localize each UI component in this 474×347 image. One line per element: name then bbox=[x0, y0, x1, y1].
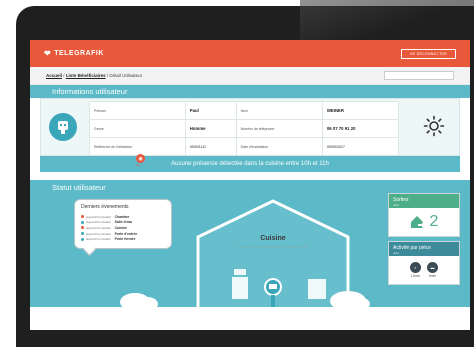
heart-icon: ❤ bbox=[44, 49, 52, 58]
event-dot-icon bbox=[81, 215, 84, 219]
genre-label: Genre bbox=[89, 119, 186, 138]
info-section-title: Informations utilisateur bbox=[30, 85, 470, 98]
prenom-value: Paul bbox=[184, 101, 237, 120]
cloud-decoration bbox=[346, 297, 370, 311]
logo[interactable]: ❤ TELEGRAFIK bbox=[44, 49, 104, 58]
event-place: Porte d'entrée bbox=[114, 231, 138, 236]
app-screen: ❤ TELEGRAFIK SE DÉCONNECTER Accueil / Li… bbox=[30, 40, 470, 330]
breadcrumb-list-link[interactable]: Liste Bénéficiaires bbox=[66, 73, 106, 78]
breadcrumb: Accueil / Liste Bénéficiaires / Détail U… bbox=[30, 67, 470, 85]
nom-label: Nom bbox=[235, 101, 323, 120]
user-status-panel: Derniers évenements aujourd'hui (détail)… bbox=[30, 193, 470, 311]
event-place: Salle d'eau bbox=[114, 220, 133, 225]
event-time: aujourd'hui (détail) bbox=[86, 225, 111, 230]
sorties-sub: Jour bbox=[393, 203, 399, 207]
phone-label: Numéro de téléphone bbox=[235, 119, 323, 138]
event-dot-icon bbox=[81, 226, 84, 230]
breadcrumb-separator: / bbox=[63, 73, 65, 78]
top-bar: ❤ TELEGRAFIK SE DÉCONNECTER bbox=[30, 40, 470, 67]
event-dot-icon bbox=[81, 220, 84, 224]
activity-card-header: Activité par pièce Jour bbox=[389, 242, 459, 256]
install-date-label: Date d'installation bbox=[235, 137, 323, 156]
logout-button[interactable]: SE DÉCONNECTER bbox=[401, 48, 456, 59]
room-subtitle: Dernier mouvement détecté dans la cuisin… bbox=[238, 245, 308, 249]
events-title: Derniers évenements bbox=[81, 204, 129, 210]
activity-value: 13min bbox=[410, 274, 421, 278]
event-place: Cuisine bbox=[114, 225, 127, 230]
alert-wifi-icon[interactable]: ◉ bbox=[136, 154, 145, 163]
event-dot-icon bbox=[81, 237, 84, 241]
ref-value: 0000/1111 bbox=[184, 137, 237, 156]
event-time: aujourd'hui (détail) bbox=[86, 231, 111, 236]
phone-value: 06 07 70 91 20 bbox=[321, 119, 400, 138]
alert-bar: ◉ Voir+ Aucune présence détectée dans la… bbox=[40, 154, 460, 172]
event-place: Chambre bbox=[114, 214, 130, 219]
recent-events-bubble: Derniers évenements aujourd'hui (détail)… bbox=[74, 199, 172, 249]
activity-item[interactable]: ▬ 5min bbox=[427, 262, 438, 278]
logo-text: TELEGRAFIK bbox=[54, 50, 104, 57]
install-date-value: 05/09/2017 bbox=[321, 137, 400, 156]
search-input[interactable] bbox=[384, 71, 454, 80]
sorties-card-header: Sorties Jour bbox=[389, 194, 459, 208]
ref-label: Référence de l'utilisateur bbox=[89, 137, 186, 156]
breadcrumb-home-link[interactable]: Accueil bbox=[46, 73, 62, 78]
sun-icon[interactable] bbox=[421, 113, 447, 139]
genre-value: Homme bbox=[184, 119, 237, 138]
toilet-icon: ◐ bbox=[410, 262, 421, 273]
nom-value: WEINER bbox=[321, 101, 400, 120]
event-place: Porte fermée bbox=[114, 237, 136, 242]
bathtub-icon: ▬ bbox=[427, 262, 438, 273]
activity-card[interactable]: Activité par pièce Jour ◐ 13min ▬ 5min bbox=[388, 241, 460, 285]
sorties-card[interactable]: Sorties Jour 2 bbox=[388, 193, 460, 237]
event-time: aujourd'hui (détail) bbox=[86, 220, 111, 225]
activity-items: ◐ 13min ▬ 5min bbox=[410, 262, 438, 278]
activity-value: 5min bbox=[428, 274, 437, 278]
cloud-decoration bbox=[136, 297, 158, 311]
user-avatar bbox=[49, 113, 77, 141]
house-exit-icon bbox=[410, 216, 424, 228]
room-label: Cuisine bbox=[260, 235, 286, 242]
sorties-card-body: 2 bbox=[389, 208, 459, 236]
user-info-table: Prénom Paul Nom WEINER Genre Homme Numér… bbox=[89, 101, 400, 156]
event-item[interactable]: aujourd'hui (détail) Porte fermée bbox=[81, 236, 165, 242]
activity-sub: Jour bbox=[393, 251, 399, 255]
event-time: aujourd'hui (détail) bbox=[86, 237, 111, 242]
activity-card-body: ◐ 13min ▬ 5min bbox=[389, 256, 459, 284]
alert-text: Aucune présence détectée dans la cuisine… bbox=[171, 161, 329, 167]
breadcrumb-current: / Détail Utilisateur bbox=[106, 73, 143, 78]
alert-icon-label[interactable]: Voir+ bbox=[135, 164, 141, 167]
user-info-panel: Prénom Paul Nom WEINER Genre Homme Numér… bbox=[40, 98, 460, 156]
prenom-label: Prénom bbox=[89, 101, 186, 120]
breadcrumb-trail: Accueil / Liste Bénéficiaires / Détail U… bbox=[46, 73, 142, 78]
user-face-icon bbox=[58, 121, 68, 134]
event-dot-icon bbox=[81, 232, 84, 236]
sorties-value: 2 bbox=[429, 213, 439, 230]
device-shine bbox=[300, 0, 474, 40]
event-time: aujourd'hui (détail) bbox=[86, 214, 111, 219]
activity-item[interactable]: ◐ 13min bbox=[410, 262, 421, 278]
